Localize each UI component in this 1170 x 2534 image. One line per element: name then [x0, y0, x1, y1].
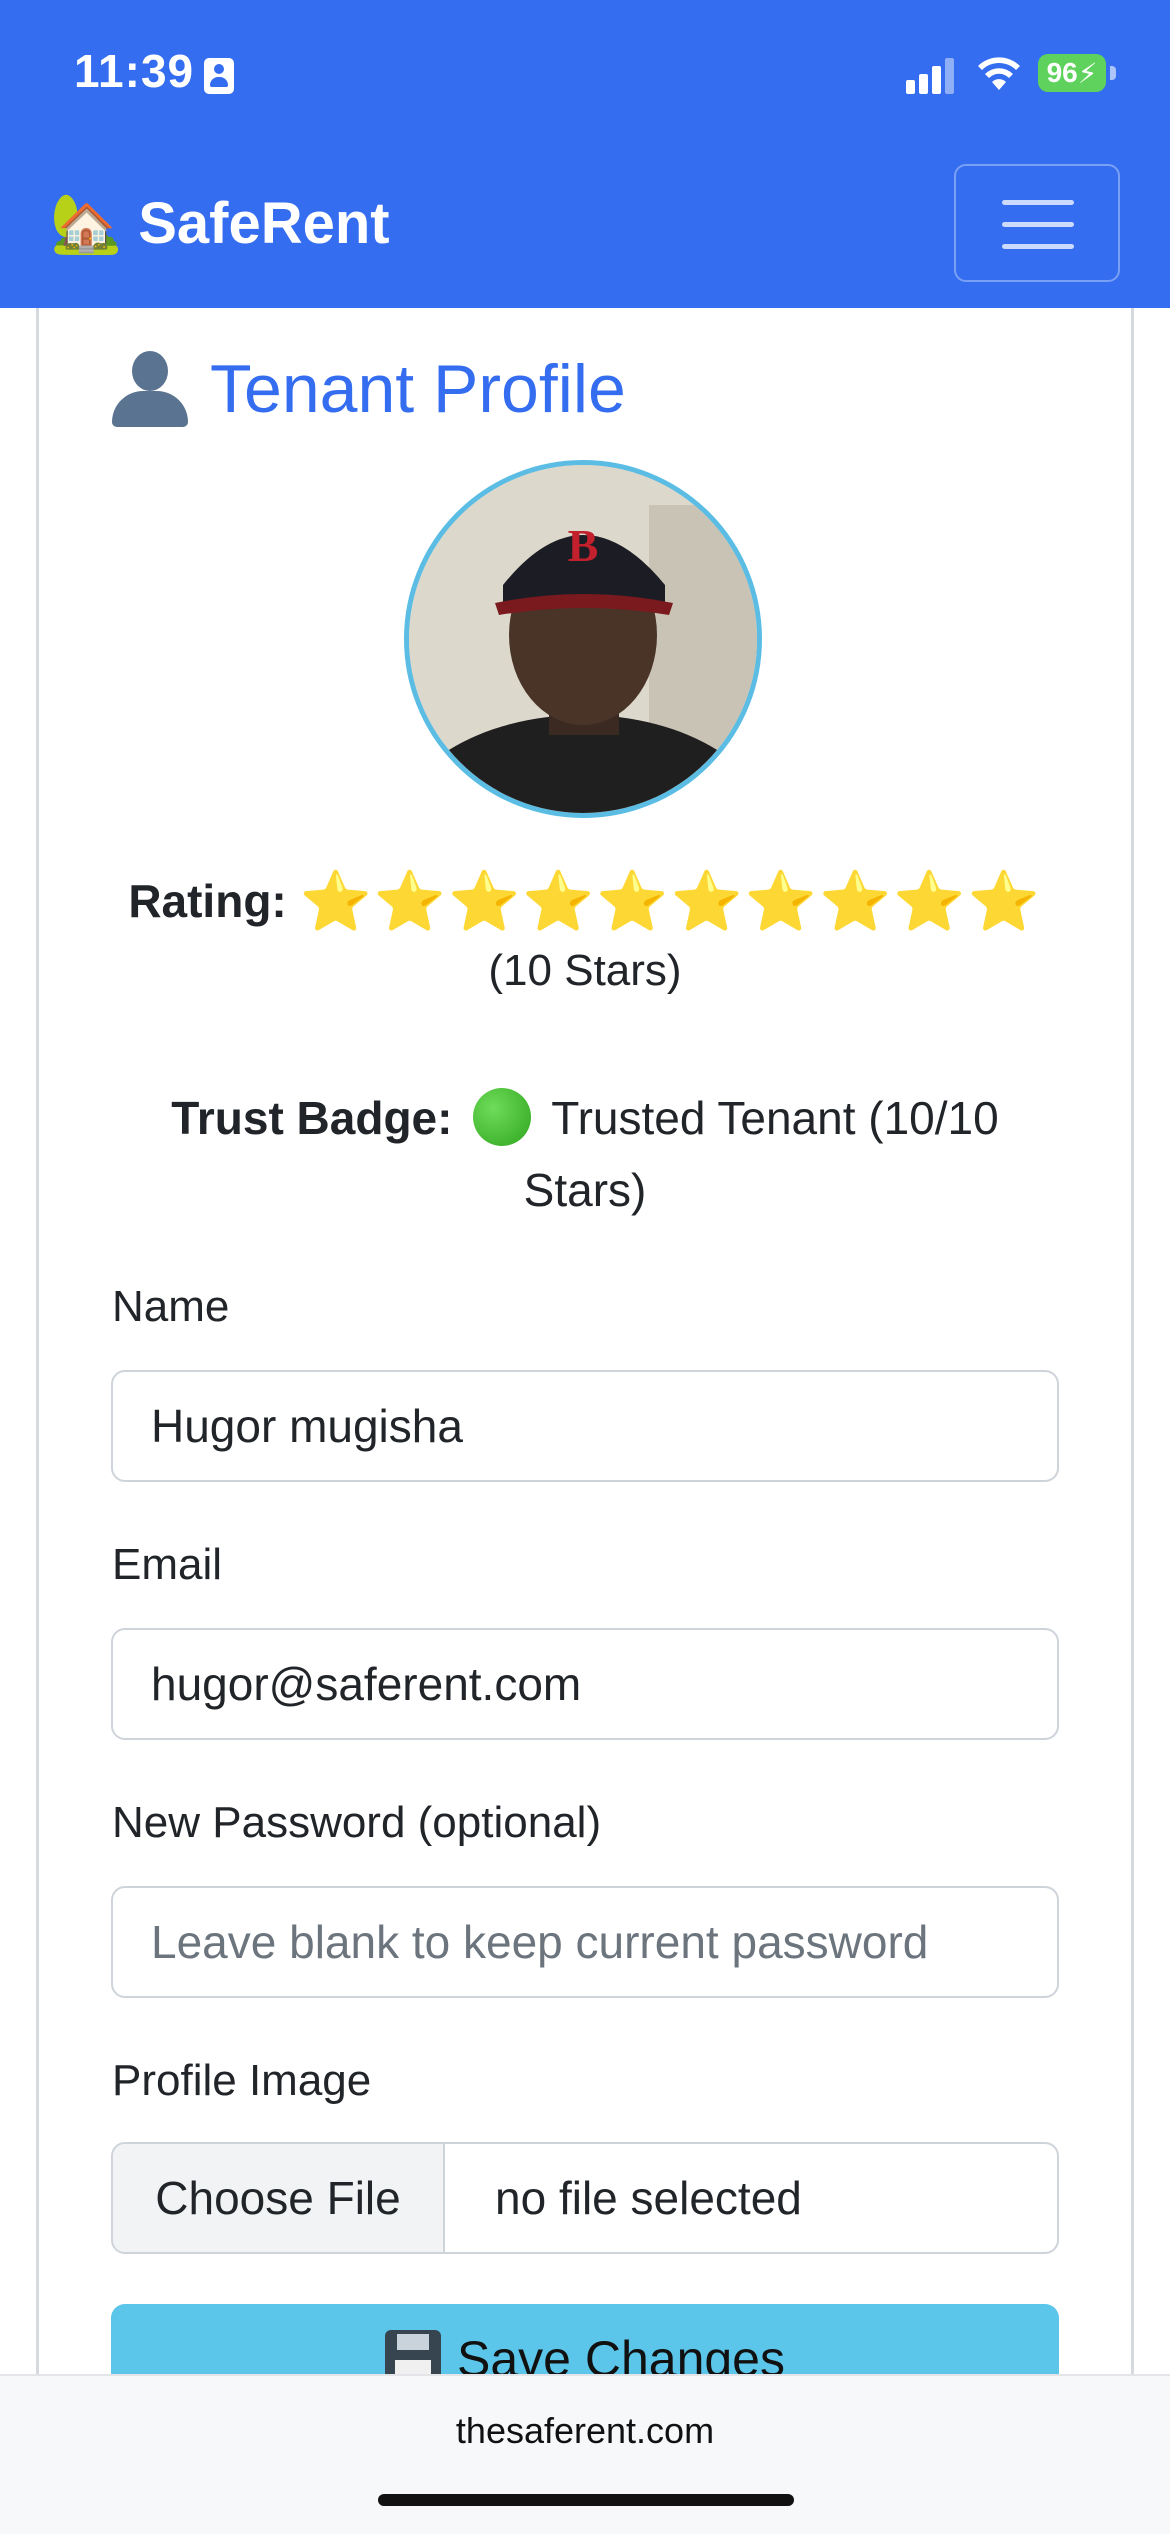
avatar: B — [404, 460, 762, 818]
status-time: 11:39 — [74, 45, 195, 97]
battery-tip — [1110, 66, 1116, 80]
avatar-photo: B — [409, 465, 757, 813]
password-placeholder: Leave blank to keep current password — [151, 1916, 929, 1968]
contact-card-icon — [204, 58, 234, 94]
name-field[interactable]: Hugor mugisha — [111, 1370, 1059, 1482]
wifi-icon — [978, 57, 1020, 90]
navbar-toggle-button[interactable] — [954, 164, 1120, 282]
rating-count: (10 Stars) — [488, 946, 682, 995]
trust-badge: Trust Badge: Trusted Tenant (10/10 Stars… — [120, 1082, 1050, 1226]
profile-image-input[interactable]: Choose File no file selected — [111, 2142, 1059, 2254]
cap-logo: B — [568, 520, 599, 571]
green-circle-icon — [473, 1088, 532, 1146]
home-indicator[interactable] — [378, 2494, 794, 2506]
email-field[interactable]: hugor@saferent.com — [111, 1628, 1059, 1740]
password-field[interactable]: Leave blank to keep current password — [111, 1886, 1059, 1998]
page-title-text: Tenant Profile — [210, 351, 626, 427]
person-silhouette-icon — [112, 351, 188, 427]
name-label: Name — [112, 1282, 230, 1331]
rating-label: Rating: — [128, 875, 287, 927]
trust-badge-label: Trust Badge: — [171, 1092, 453, 1144]
house-icon: 🏡 — [50, 190, 123, 256]
rating: Rating: ⭐⭐⭐⭐⭐⭐⭐⭐⭐⭐ — [0, 868, 1170, 936]
cellular-signal-icon — [906, 56, 958, 94]
email-value: hugor@saferent.com — [151, 1658, 582, 1710]
browser-address-bar[interactable] — [0, 2374, 1170, 2534]
battery-indicator: 96 ⚡ — [1038, 54, 1106, 92]
file-status: no file selected — [495, 2172, 802, 2224]
brand-name: SafeRent — [138, 191, 390, 256]
choose-file-button[interactable]: Choose File — [113, 2144, 445, 2252]
hamburger-icon — [1002, 200, 1074, 205]
page-url[interactable]: thesaferent.com — [0, 2410, 1170, 2452]
star-rating-icons: ⭐⭐⭐⭐⭐⭐⭐⭐⭐⭐ — [299, 869, 1042, 934]
name-value: Hugor mugisha — [151, 1400, 463, 1452]
password-label: New Password (optional) — [112, 1798, 602, 1847]
email-label: Email — [112, 1540, 223, 1589]
profile-image-label: Profile Image — [112, 2056, 372, 2105]
trust-badge-text: Trusted Tenant (10/10 Stars) — [523, 1092, 999, 1216]
page-title: Tenant Profile — [112, 350, 626, 428]
brand[interactable]: 🏡 SafeRent — [50, 190, 390, 257]
